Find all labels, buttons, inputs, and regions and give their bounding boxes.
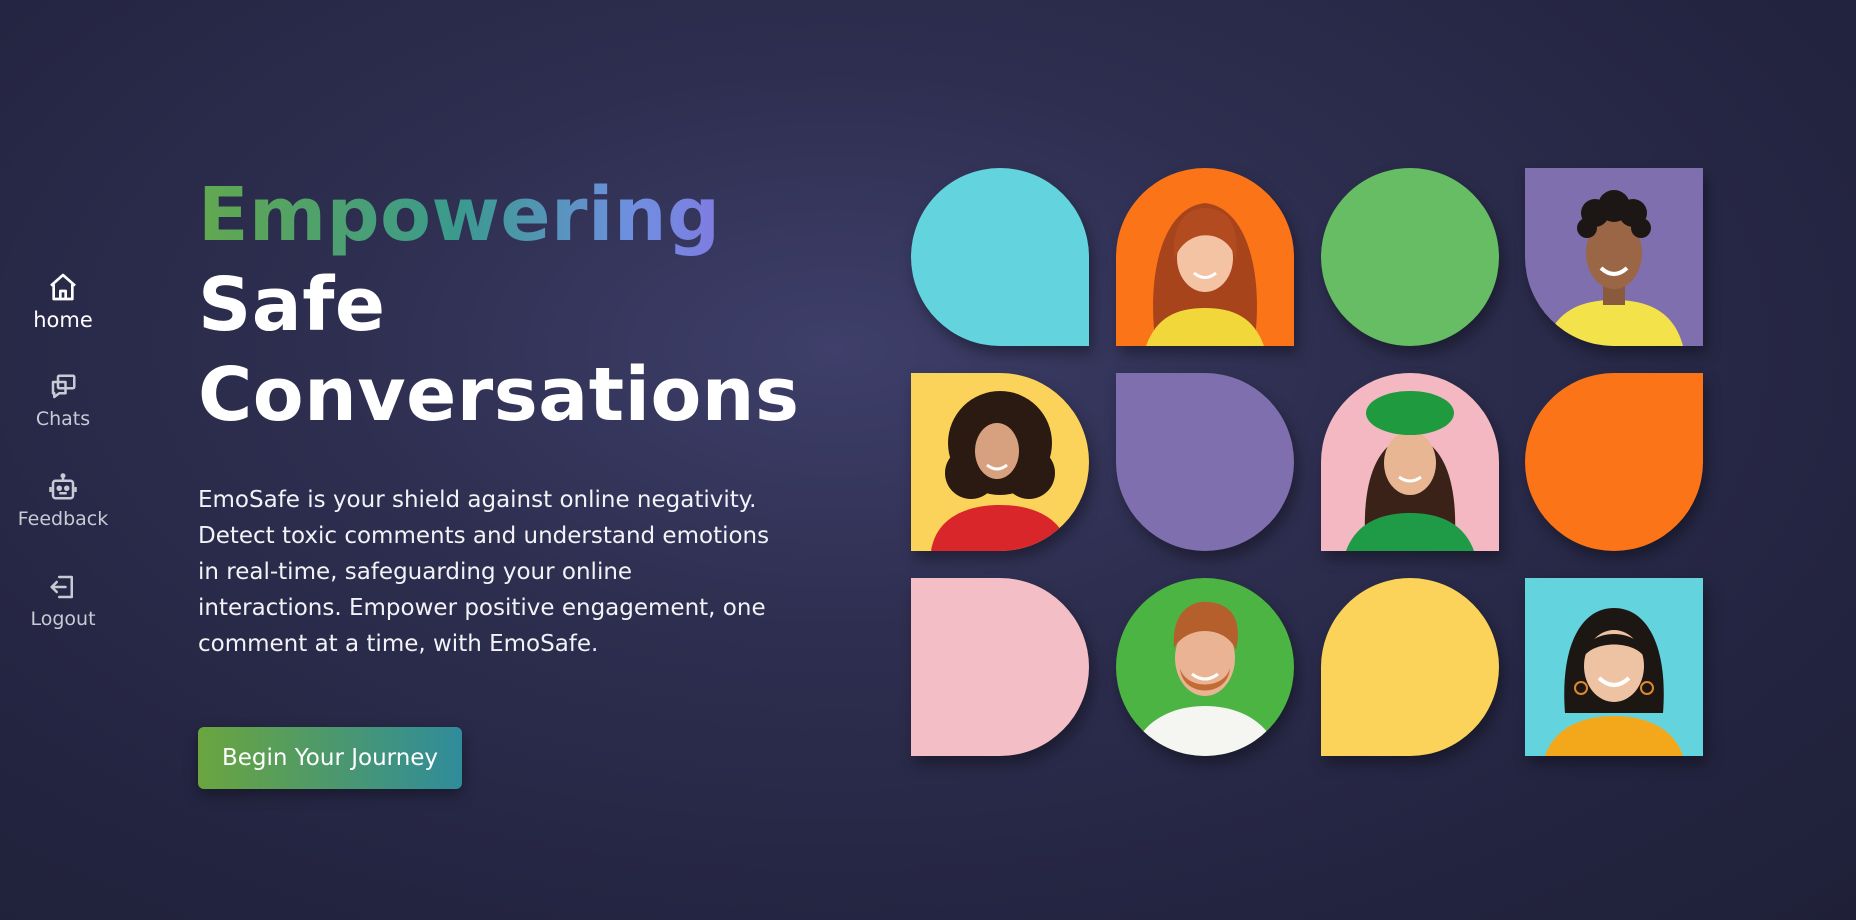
hero-description: EmoSafe is your shield against online ne…	[198, 487, 770, 657]
hero-title-line2: Safe	[198, 262, 386, 348]
portrait-tile	[1525, 578, 1703, 756]
sidebar-item-logout[interactable]: Logout	[0, 570, 126, 670]
portrait-tile	[1116, 168, 1294, 346]
hero-section: Empowering Safe Conversations EmoSafe is…	[198, 170, 800, 789]
sidebar-item-label: Logout	[30, 608, 96, 630]
sidebar-item-label: Feedback	[17, 508, 109, 530]
green-shape-tile	[1321, 168, 1499, 346]
portrait-tile	[1116, 578, 1294, 756]
image-grid	[911, 168, 1703, 756]
robot-icon	[46, 470, 80, 504]
purple-shape-tile	[1116, 373, 1294, 551]
sidebar-item-home[interactable]: home	[0, 270, 126, 370]
begin-journey-button[interactable]: Begin Your Journey	[198, 727, 463, 789]
portrait-tile	[1525, 168, 1703, 346]
hero-title-line3: Conversations	[198, 352, 800, 438]
sidebar-nav: home Chats Feedback Logout	[0, 270, 126, 670]
portrait-tile	[1321, 373, 1499, 551]
sidebar-item-label: home	[33, 308, 93, 332]
pink-shape-tile	[911, 578, 1089, 756]
portrait-woman-green-beret	[1346, 391, 1474, 551]
portrait-redhead-man	[1131, 601, 1279, 756]
home-icon	[46, 270, 80, 304]
portrait-curly-woman-red-top	[931, 391, 1069, 551]
orange-shape-tile	[1525, 373, 1703, 551]
portrait-tile	[911, 373, 1089, 551]
portrait-redhead-woman	[1146, 203, 1264, 346]
portrait-curly-young-man	[1545, 190, 1683, 346]
logout-icon	[46, 570, 80, 604]
portrait-woman-short-hair	[1545, 608, 1683, 756]
yellow-shape-tile	[1321, 578, 1499, 756]
cyan-shape-tile	[911, 168, 1089, 346]
hero-title-highlight: Empowering	[198, 170, 778, 260]
sidebar-item-chats[interactable]: Chats	[0, 370, 126, 470]
chat-icon	[46, 370, 80, 404]
sidebar-item-feedback[interactable]: Feedback	[0, 470, 126, 570]
sidebar-item-label: Chats	[35, 408, 91, 430]
